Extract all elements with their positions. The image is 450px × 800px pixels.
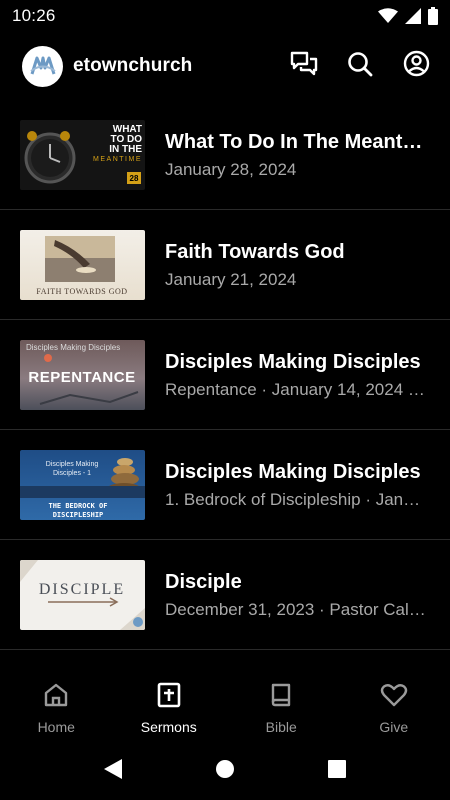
search-button[interactable] bbox=[346, 51, 374, 82]
nav-sermons-label: Sermons bbox=[140, 719, 197, 735]
svg-text:FAITH TOWARDS GOD: FAITH TOWARDS GOD bbox=[36, 287, 127, 296]
svg-text:DISCIPLESHIP: DISCIPLESHIP bbox=[53, 511, 104, 519]
sermon-list-item[interactable]: Disciples Making Disciples - 1 THE BEDRO… bbox=[0, 430, 450, 540]
system-nav-bar bbox=[0, 742, 450, 800]
sermon-subtitle: December 31, 2023 · Pastor Caleb bbox=[165, 599, 427, 619]
status-icons bbox=[378, 7, 438, 25]
svg-text:THE BEDROCK OF: THE BEDROCK OF bbox=[48, 502, 107, 510]
sermon-list: WHAT TO DO IN THE MEANTIME 28 What To Do… bbox=[0, 100, 450, 650]
svg-text:REPENTANCE: REPENTANCE bbox=[28, 369, 135, 386]
account-button[interactable] bbox=[402, 50, 430, 82]
sermon-thumbnail: Disciples Making Disciples - 1 THE BEDRO… bbox=[20, 449, 145, 520]
home-icon bbox=[43, 682, 69, 713]
nav-home-label: Home bbox=[37, 719, 75, 735]
bible-cross-icon bbox=[157, 682, 181, 713]
wifi-icon bbox=[378, 8, 398, 24]
app-title: etownchurch bbox=[73, 55, 193, 76]
sermon-list-item[interactable]: DISCIPLE Disciple December 31, 2023 · Pa… bbox=[0, 540, 450, 650]
svg-text:IN THE: IN THE bbox=[109, 144, 142, 155]
chat-icon bbox=[290, 51, 318, 82]
sermon-subtitle: January 28, 2024 bbox=[165, 159, 297, 179]
nav-bible-label: Bible bbox=[265, 719, 297, 735]
nav-give-label: Give bbox=[379, 719, 409, 735]
sermon-thumbnail: WHAT TO DO IN THE MEANTIME 28 bbox=[20, 119, 145, 190]
nav-home[interactable]: Home bbox=[0, 672, 113, 742]
sermon-subtitle: January 21, 2024 bbox=[165, 269, 297, 289]
nav-give[interactable]: Give bbox=[338, 672, 450, 742]
sermon-list-item[interactable]: FAITH TOWARDS GOD Faith Towards God Janu… bbox=[0, 210, 450, 320]
book-icon bbox=[269, 682, 293, 713]
svg-text:Disciples Making Disciples: Disciples Making Disciples bbox=[26, 343, 120, 352]
svg-text:Disciples Making: Disciples Making bbox=[46, 461, 99, 468]
sermon-thumbnail: DISCIPLE bbox=[20, 559, 145, 630]
status-bar: 10:26 bbox=[0, 0, 450, 32]
cellular-signal-icon bbox=[405, 8, 421, 24]
account-circle-icon bbox=[403, 50, 430, 82]
battery-icon bbox=[428, 7, 438, 25]
bottom-nav: Home Sermons Bible Give bbox=[0, 672, 450, 742]
search-icon bbox=[347, 51, 373, 82]
sermon-title: Disciples Making Disciples bbox=[165, 350, 421, 373]
recents-square-icon[interactable] bbox=[327, 759, 347, 784]
sermon-thumbnail: Disciples Making Disciples REPENTANCE bbox=[20, 339, 145, 410]
sermon-subtitle: 1. Bedrock of Discipleship · January 7, … bbox=[165, 489, 427, 509]
sermon-title: Faith Towards God bbox=[165, 240, 345, 263]
svg-text:MEANTIME: MEANTIME bbox=[93, 156, 142, 163]
svg-text:Disciples - 1: Disciples - 1 bbox=[53, 470, 91, 477]
nav-bible[interactable]: Bible bbox=[225, 672, 338, 742]
back-icon[interactable] bbox=[103, 758, 123, 785]
church-logo-icon[interactable] bbox=[22, 45, 63, 87]
svg-text:DISCIPLE: DISCIPLE bbox=[39, 581, 125, 598]
sermon-list-item[interactable]: WHAT TO DO IN THE MEANTIME 28 What To Do… bbox=[0, 100, 450, 210]
sermon-thumbnail: FAITH TOWARDS GOD bbox=[20, 229, 145, 300]
svg-text:28: 28 bbox=[130, 174, 139, 183]
sermon-list-item[interactable]: Disciples Making Disciples REPENTANCE Di… bbox=[0, 320, 450, 430]
home-circle-icon[interactable] bbox=[215, 759, 235, 784]
app-bar: etownchurch bbox=[0, 38, 450, 94]
status-time: 10:26 bbox=[12, 6, 56, 25]
sermon-title: What To Do In The Meantime bbox=[165, 130, 427, 153]
nav-sermons[interactable]: Sermons bbox=[113, 672, 226, 742]
sermon-subtitle: Repentance · January 14, 2024 · Pastor bbox=[165, 379, 427, 399]
heart-icon bbox=[380, 682, 408, 713]
sermon-title: Disciples Making Disciples bbox=[165, 460, 421, 483]
sermon-title: Disciple bbox=[165, 570, 242, 593]
chat-button[interactable] bbox=[290, 51, 318, 82]
